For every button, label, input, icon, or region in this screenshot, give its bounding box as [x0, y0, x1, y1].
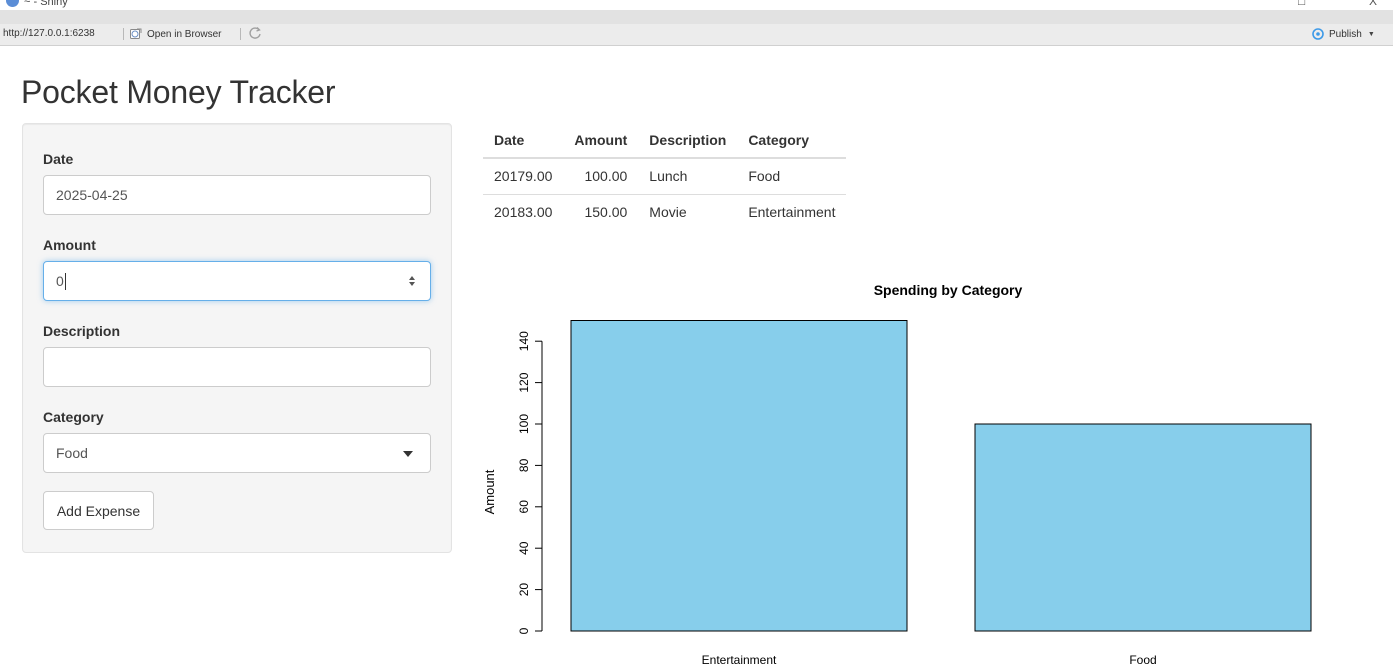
open-in-browser-label: Open in Browser — [147, 28, 222, 40]
y-tick-label: 40 — [517, 541, 531, 555]
text-cursor — [64, 272, 66, 290]
amount-input[interactable]: 0 — [43, 261, 431, 301]
bar — [570, 320, 908, 632]
category-label: Category — [43, 409, 104, 425]
table-row: 20183.00 150.00 Movie Entertainment — [483, 193, 847, 230]
category-select[interactable]: Food — [43, 433, 431, 473]
column-header-date: Date — [483, 122, 564, 159]
input-sidebar-panel: Date 2025-04-25 Amount 0 Description Cat… — [22, 123, 452, 553]
table-row: 20179.00 100.00 Lunch Food — [483, 158, 846, 194]
add-expense-button[interactable]: Add Expense — [43, 491, 154, 530]
bars-group — [570, 320, 1312, 632]
cell-category: Food — [748, 168, 781, 185]
cell-description: Movie — [638, 193, 738, 230]
y-axis: 0 20 40 60 80 100 120 140 — [517, 331, 543, 634]
cell-date: 20183.00 — [483, 193, 564, 230]
page-title: Pocket Money Tracker — [21, 74, 336, 110]
x-tick-label: Food — [1129, 653, 1156, 667]
toolbar-divider — [123, 28, 124, 40]
y-tick-label: 0 — [517, 627, 531, 634]
y-axis-label: Amount — [482, 469, 497, 514]
y-tick-label: 20 — [517, 583, 531, 597]
amount-label: Amount — [43, 237, 96, 253]
description-label: Description — [43, 323, 121, 339]
cell-category: Entertainment — [737, 193, 847, 230]
open-in-browser-button[interactable]: Open in Browser — [130, 27, 221, 41]
amount-input-value: 0 — [56, 273, 64, 289]
cell-amount: 150.00 — [563, 193, 639, 230]
chevron-down-icon: ▼ — [1367, 30, 1375, 38]
y-tick-label: 100 — [517, 414, 531, 434]
cell-date: 20179.00 — [494, 168, 553, 185]
url-display: http://127.0.0.1:6238 — [3, 28, 95, 39]
date-input[interactable]: 2025-04-25 — [43, 175, 431, 215]
number-spinner-icon[interactable] — [408, 274, 416, 288]
y-tick-label: 60 — [517, 500, 531, 514]
column-header-category: Category — [737, 122, 847, 159]
cell-description: Lunch — [649, 168, 688, 185]
cell-amount: 100.00 — [584, 168, 628, 185]
toolbar-strip — [0, 10, 1393, 24]
close-window-button[interactable]: X — [1369, 0, 1377, 8]
publish-label: Publish — [1329, 28, 1362, 40]
publish-button[interactable]: Publish ▼ — [1311, 27, 1375, 41]
y-tick-label: 140 — [517, 331, 531, 351]
window-title: ~ - Shiny — [24, 0, 68, 8]
x-tick-label: Entertainment — [702, 653, 777, 667]
table-header-row: Date Amount Description Category — [483, 122, 847, 159]
description-input[interactable] — [43, 347, 431, 387]
viewer-toolbar: http://127.0.0.1:6238 Open in Browser Pu… — [0, 10, 1393, 46]
date-input-value: 2025-04-25 — [56, 187, 128, 203]
r-shiny-icon — [6, 0, 19, 7]
date-label: Date — [43, 151, 74, 167]
globe-icon — [130, 28, 142, 39]
window-titlebar: ~ - Shiny □ X — [0, 0, 1393, 10]
spending-bar-chart: Spending by Category Amount 0 20 40 60 80 100… — [482, 282, 1312, 667]
x-tick-labels: Entertainment Food — [702, 653, 1157, 667]
column-header-description: Description — [638, 122, 738, 159]
category-selected-value: Food — [56, 445, 88, 461]
toolbar-divider — [240, 28, 241, 40]
publish-icon — [1312, 28, 1324, 40]
dropdown-arrow-icon — [403, 451, 413, 457]
expenses-table: Date Amount Description Category 20179.0… — [483, 122, 847, 230]
refresh-icon[interactable] — [248, 26, 262, 40]
y-tick-label: 80 — [517, 458, 531, 472]
column-header-amount: Amount — [563, 122, 639, 159]
maximize-button[interactable]: □ — [1298, 0, 1305, 8]
y-tick-label: 120 — [517, 372, 531, 392]
chart-title: Spending by Category — [874, 282, 1023, 298]
bar — [974, 423, 1312, 632]
